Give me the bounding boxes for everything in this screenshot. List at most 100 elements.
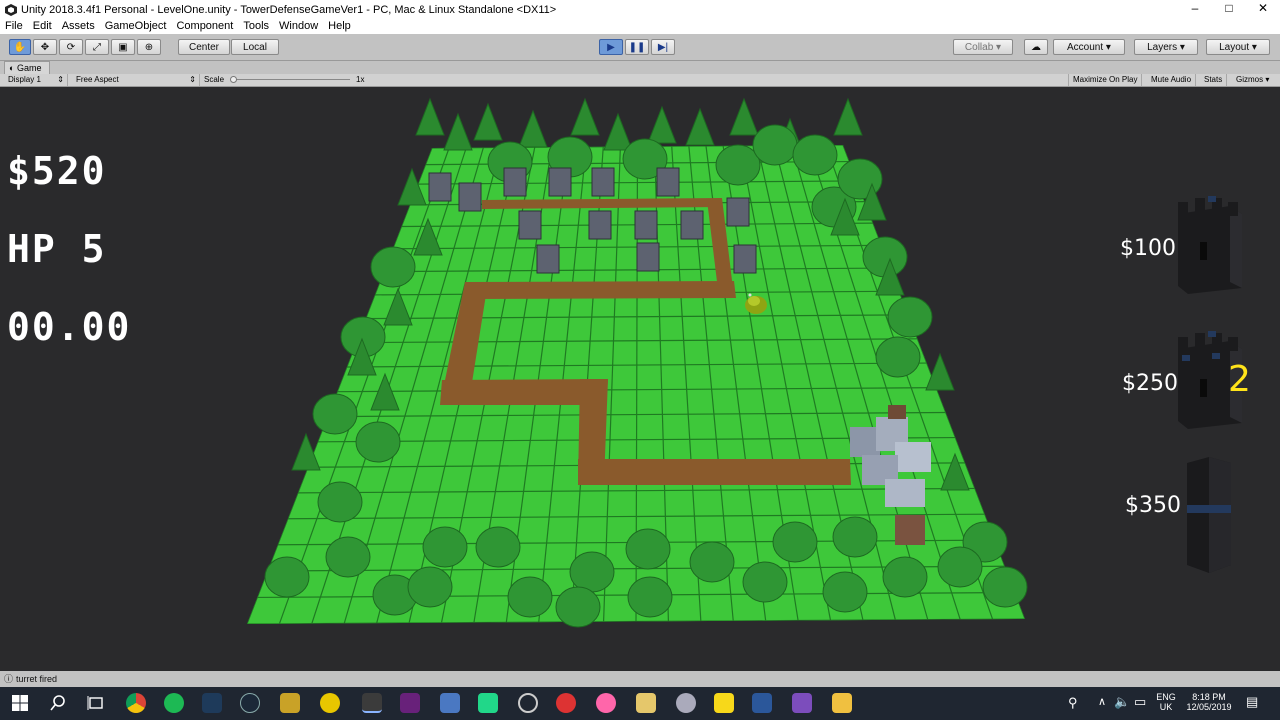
app-icon-8[interactable] [676,693,696,713]
window-titlebar: Unity 2018.3.4f1 Personal - LevelOne.uni… [0,0,1280,19]
game-viewport[interactable]: $520 HP 5 00.00 $100 $250 2 $350 [0,87,1280,671]
spotify-icon[interactable] [164,693,184,713]
bush-tree [937,546,983,588]
placed-tower [458,182,482,212]
shop-item-pillar-tower[interactable]: $350 [1115,455,1255,580]
minimize-button[interactable]: – [1178,0,1212,19]
pivot-label: Center [188,41,219,53]
layout-dropdown[interactable]: Layout ▾ [1206,39,1270,55]
chrome-icon[interactable] [126,693,146,713]
bush-tree [882,556,928,598]
layers-dropdown[interactable]: Layers ▾ [1134,39,1198,55]
pine-tree [603,112,633,151]
menu-gameobject[interactable]: GameObject [100,19,172,34]
menu-window[interactable]: Window [274,19,323,34]
console-message[interactable]: turret fired [16,674,57,684]
sticky-notes-icon[interactable] [714,693,734,713]
shop-item-advanced-tower[interactable]: $250 2 [1110,327,1260,437]
app-icon-9[interactable] [792,693,812,713]
clock[interactable]: 8:18 PM 12/05/2019 [1180,692,1238,712]
menu-file[interactable]: File [0,19,28,34]
gizmos-dropdown[interactable]: Gizmos ▾ [1232,74,1273,86]
maximize-on-play-label: Maximize On Play [1073,75,1138,84]
app-icon-1[interactable] [202,693,222,713]
transform-tool-button[interactable]: ⊕ [137,39,161,55]
gizmos-label: Gizmos [1236,75,1264,84]
move-tool-button[interactable]: ✥ [33,39,57,55]
game-tab-label: Game [16,63,42,73]
rotate-tool-button[interactable]: ⟳ [59,39,83,55]
windows-start-icon[interactable] [10,693,30,713]
scale-value: 1x [356,75,365,84]
space-local-button[interactable]: Local [231,39,279,55]
tab-game[interactable]: ◐ Game [4,61,51,74]
display-label: Display 1 [8,75,41,84]
app-icon-5[interactable] [518,693,538,713]
panel-tab-bar: ◐ Game [0,61,1280,74]
maximize-on-play-toggle[interactable]: Maximize On Play [1068,74,1143,86]
unity-taskbar-icon[interactable] [362,693,382,713]
app-icon-7[interactable] [636,693,656,713]
clock-time: 8:18 PM [1192,692,1226,702]
word-icon[interactable] [752,693,772,713]
hand-tool-button[interactable]: ✋ [9,39,31,55]
shop-item-basic-tower[interactable]: $100 [1110,192,1250,302]
cloud-button[interactable]: ☁ [1024,39,1048,55]
pivot-center-button[interactable]: Center [178,39,230,55]
menu-help[interactable]: Help [323,19,356,34]
hand-icon: ✋ [13,41,27,53]
placed-tower [548,167,572,197]
task-view-icon[interactable] [86,693,106,713]
step-icon: ▶| [657,41,669,53]
steam-icon[interactable] [240,693,260,713]
app-icon-6[interactable] [556,693,576,713]
people-icon[interactable]: ⚲ [1068,695,1078,711]
money-display: $520 [7,149,107,193]
close-button[interactable]: ✕ [1246,0,1280,19]
app-icon-4[interactable] [440,693,460,713]
menu-tools[interactable]: Tools [238,19,274,34]
placed-tower [588,210,612,240]
tray-chevron-icon[interactable]: ∧ [1098,695,1106,708]
pine-tree [647,105,677,144]
shop-price: $350 [1125,493,1181,518]
visual-studio-icon[interactable] [400,693,420,713]
scale-tool-button[interactable]: ⤢ [85,39,109,55]
volume-icon[interactable]: 🔈 [1114,694,1130,710]
account-dropdown[interactable]: Account ▾ [1053,39,1125,55]
lang-code: ENG [1156,692,1176,702]
aspect-dropdown[interactable]: Free Aspect ⇕ [72,74,200,86]
network-icon[interactable]: ▭ [1134,694,1146,710]
cloud-icon: ☁ [1031,41,1041,53]
rotate-icon: ⟳ [66,41,76,53]
collab-button[interactable]: Collab ▾ [953,39,1013,55]
notifications-icon[interactable]: ▤ [1246,694,1258,710]
scale-slider[interactable]: Scale 1x [200,74,370,86]
search-icon[interactable] [48,693,68,713]
menu-assets[interactable]: Assets [57,19,100,34]
unity-logo-icon [5,3,17,16]
hp-display: HP 5 [7,227,107,271]
app-icon-2[interactable] [280,693,300,713]
osu-icon[interactable] [596,693,616,713]
file-explorer-icon[interactable] [832,693,852,713]
menu-edit[interactable]: Edit [28,19,57,34]
rect-tool-button[interactable]: ▣ [111,39,135,55]
maximize-button[interactable]: □ [1212,0,1246,19]
bush-tree [625,528,671,570]
scale-thumb[interactable] [230,76,237,83]
pycharm-icon[interactable] [478,693,498,713]
menu-component[interactable]: Component [171,19,238,34]
main-toolbar: ✋ ✥ ⟳ ⤢ ▣ ⊕ Center Local ▶ ❚❚ ▶| Collab … [0,34,1280,61]
display-dropdown[interactable]: Display 1 ⇕ [4,74,68,86]
scale-icon: ⤢ [93,41,101,53]
input-language[interactable]: ENG UK [1152,692,1180,712]
step-button[interactable]: ▶| [651,39,675,55]
mute-audio-toggle[interactable]: Mute Audio [1147,74,1197,86]
pause-button[interactable]: ❚❚ [625,39,649,55]
app-icon-3[interactable] [320,693,340,713]
bush-tree [772,521,818,563]
bush-tree [370,246,416,288]
play-button[interactable]: ▶ [599,39,623,55]
stats-toggle[interactable]: Stats [1200,74,1228,86]
